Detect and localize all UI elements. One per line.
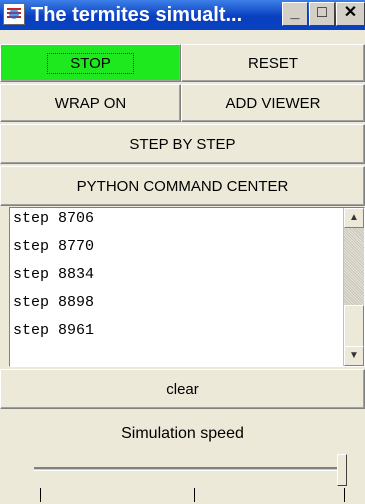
log-line: step 8770 [13,238,95,255]
log-line: step 8834 [13,266,95,283]
log-line: step 8898 [13,294,95,311]
minimize-icon: _ [290,4,300,21]
window-title: The termites simualt... [31,4,243,26]
add-viewer-button[interactable]: ADD VIEWER [181,84,365,122]
window-titlebar[interactable]: The termites simualt... _ □ ✕ [0,0,365,30]
clear-button[interactable]: clear [0,369,365,409]
scrollbar-thumb[interactable] [344,305,364,347]
maximize-button[interactable]: □ [309,2,335,26]
wrap-toggle-button[interactable]: WRAP ON [0,84,181,122]
scroll-down-arrow-icon[interactable]: ▼ [344,346,364,366]
add-viewer-button-label: ADD VIEWER [225,94,321,112]
scroll-up-arrow-icon[interactable]: ▲ [344,208,364,228]
reset-button[interactable]: RESET [181,44,365,82]
python-app-icon [3,3,25,25]
step-by-step-button-label: STEP BY STEP [129,135,236,153]
log-line: step 8961 [13,322,95,339]
speed-slider-track[interactable] [34,467,344,471]
reset-button-label: RESET [247,54,298,72]
step-log-lines: step 8706 step 8770 step 8834 step 8898 … [13,208,95,345]
clear-button-label: clear [166,380,199,398]
stop-button-label: STOP [47,52,134,74]
minimize-button[interactable]: _ [282,2,308,26]
speed-slider-thumb[interactable] [337,454,347,486]
wrap-button-label: WRAP ON [54,94,127,112]
close-icon: ✕ [343,4,358,21]
log-line: step 8706 [13,210,95,227]
log-scrollbar[interactable]: ▲ ▼ [343,208,364,366]
simulation-speed-label: Simulation speed [121,425,244,442]
slider-tick [344,488,345,502]
stop-button[interactable]: STOP [0,44,181,82]
slider-tick [40,488,41,502]
python-command-center-label: PYTHON COMMAND CENTER [76,177,289,195]
step-log-textarea[interactable]: step 8706 step 8770 step 8834 step 8898 … [9,207,365,367]
slider-tick [194,488,195,502]
close-button[interactable]: ✕ [336,2,365,26]
python-command-center-button[interactable]: PYTHON COMMAND CENTER [0,166,365,206]
speed-panel: Simulation speed [0,410,365,504]
step-by-step-button[interactable]: STEP BY STEP [0,124,365,164]
maximize-icon: □ [317,4,327,21]
